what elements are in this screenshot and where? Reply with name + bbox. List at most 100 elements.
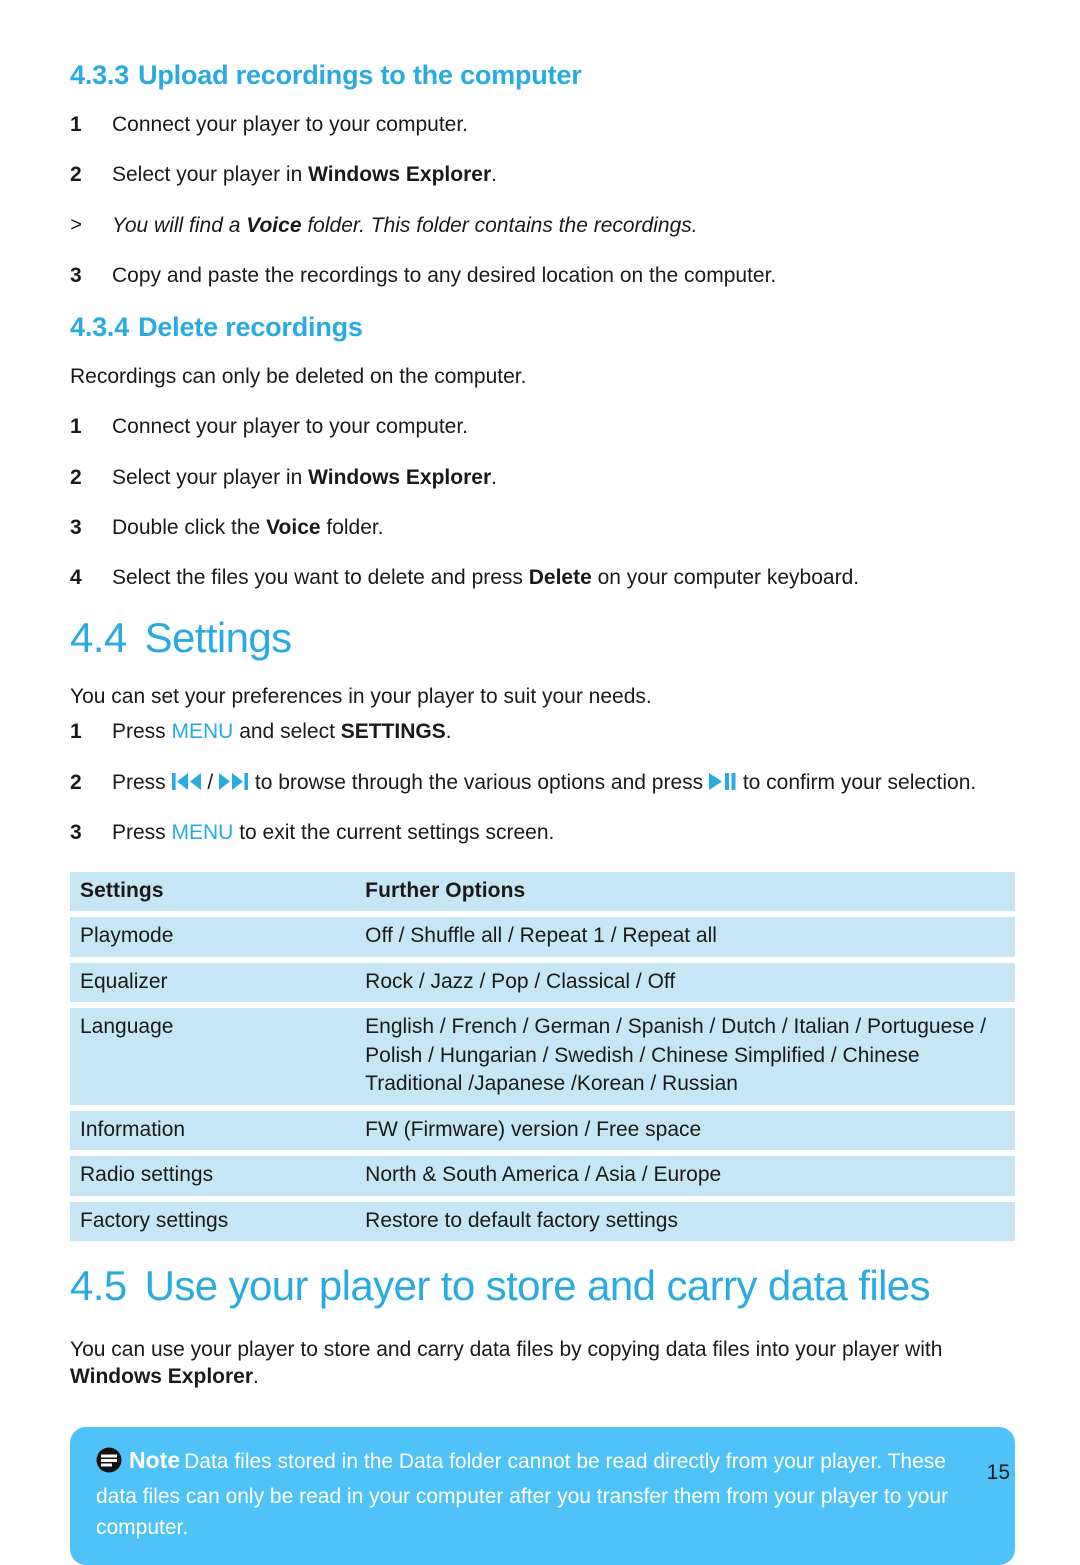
step-marker: 1	[70, 113, 82, 137]
heading-text: Settings	[144, 613, 293, 661]
table-row: Radio settings North & South America / As…	[70, 1156, 1015, 1196]
step-text: Connect your player to your computer.	[112, 415, 468, 438]
menu-keyword: MENU	[171, 720, 234, 744]
heading-number: 4.4	[70, 613, 127, 661]
setting-options-cell: Restore to default factory settings	[353, 1201, 1015, 1242]
heading-number: 4.5	[70, 1262, 127, 1310]
step-text: Select your player in Windows Explorer.	[112, 466, 497, 489]
text-run: Press	[112, 821, 172, 845]
manual-page: 4.3.3 Upload recordings to the computer 1…	[0, 0, 1080, 1565]
step-text: Select your player in Windows Explorer.	[112, 163, 497, 186]
text-run: Select your player in	[112, 163, 309, 187]
setting-options-line: English / French / German / Spanish / Du…	[365, 1015, 987, 1039]
step-text: You will find a Voice folder. This folde…	[112, 214, 698, 237]
text-run: Select the files you want to delete and …	[112, 566, 529, 590]
step-marker: 3	[70, 515, 82, 539]
instruction-step: > You will find a Voice folder. This fold…	[70, 212, 1015, 240]
text-run: You will find a	[112, 213, 247, 237]
instruction-step: 1 Press MENU and select SETTINGS.	[70, 718, 1015, 746]
emphasis-text: Windows Explorer	[308, 465, 492, 489]
setting-options-cell: Off / Shuffle all / Repeat 1 / Repeat al…	[353, 917, 1015, 957]
settings-table: Settings Further Options Playmode Off / Shu…	[70, 870, 1015, 1244]
note-callout: Note Data files stored in the Data folder…	[70, 1427, 1015, 1565]
emphasis-text: Windows Explorer	[70, 1365, 254, 1389]
heading-4-3-3: 4.3.3 Upload recordings to the computer	[70, 60, 1015, 91]
table-row: Factory settings Restore to default facto…	[70, 1201, 1015, 1242]
setting-options-line: Polish / Hungarian / Swedish / Chinese S…	[365, 1043, 920, 1067]
table-header-row: Settings Further Options	[70, 871, 1015, 912]
step-marker: >	[70, 213, 82, 236]
step-marker: 4	[70, 566, 82, 590]
heading-number: 4.3.4	[70, 312, 130, 343]
text-run: .	[445, 720, 452, 744]
setting-options-line: Traditional /Japanese /Korean / Russian	[365, 1072, 738, 1096]
setting-options-line: North & South America / Asia / Europe	[365, 1163, 722, 1187]
step-text: Press / to browse through the various op…	[112, 771, 976, 794]
emphasis-text: Voice	[246, 213, 302, 237]
table-row: Equalizer Rock / Jazz / Pop / Classical /…	[70, 962, 1015, 1003]
instruction-step: 3 Double click the Voice folder.	[70, 514, 1015, 542]
text-run: folder.	[320, 515, 384, 539]
menu-keyword: MENU	[171, 821, 234, 845]
emphasis-text: Windows Explorer	[308, 163, 492, 187]
table-row-separator	[70, 958, 1015, 961]
setting-name-cell: Language	[70, 1008, 354, 1105]
step-marker: 3	[70, 264, 82, 288]
step-text: Copy and paste the recordings to any des…	[112, 264, 776, 287]
setting-name-cell: Factory settings	[70, 1201, 354, 1242]
step-text: Press MENU and select SETTINGS.	[112, 720, 452, 743]
heading-4-3-4: 4.3.4 Delete recordings	[70, 312, 1015, 343]
heading-text: Delete recordings	[138, 312, 363, 343]
setting-options-cell: English / French / German / Spanish / Du…	[353, 1008, 1015, 1105]
heading-number: 4.3.3	[70, 60, 130, 90]
table-row-separator	[70, 1106, 1015, 1109]
step-marker: 3	[70, 821, 82, 845]
text-run: /	[201, 770, 220, 794]
page-content: 4.3.3 Upload recordings to the computer 1…	[70, 60, 1015, 1565]
text-run: Connect your player to your computer.	[112, 113, 469, 137]
emphasis-text: Voice	[266, 515, 321, 539]
text-run: and select	[233, 720, 341, 744]
setting-name-cell: Playmode	[70, 917, 354, 957]
instruction-step: 1 Connect your player to your computer.	[70, 413, 1015, 441]
note-text: Data files stored in the Data folder can…	[96, 1450, 949, 1539]
step-text: Connect your player to your computer.	[112, 113, 468, 136]
step-marker: 2	[70, 163, 82, 187]
intro-4-3-4: Recordings can only be deleted on the co…	[70, 365, 527, 389]
step-text: Select the files you want to delete and …	[112, 566, 859, 589]
next-track-icon	[219, 772, 249, 791]
table-row-separator	[70, 913, 1015, 916]
emphasis-text: Delete	[528, 566, 592, 590]
table-row-separator	[70, 1004, 1015, 1007]
table-row: Language English / French / German / Span…	[70, 1008, 1015, 1105]
steps-4-3-3: 1 Connect your player to your computer. 2 S…	[70, 111, 1015, 290]
text-run: .	[491, 163, 497, 187]
instruction-step: 4 Select the files you want to delete and…	[70, 564, 1015, 592]
instruction-step: 1 Connect your player to your computer.	[70, 111, 1015, 139]
text-run: .	[253, 1365, 259, 1389]
note-label: Note	[129, 1447, 181, 1474]
text-run: to exit the current settings screen.	[233, 821, 555, 845]
setting-options-cell: Rock / Jazz / Pop / Classical / Off	[353, 962, 1015, 1003]
setting-name-cell: Equalizer	[70, 962, 354, 1003]
step-marker: 2	[70, 770, 82, 794]
heading-text: Use your player to store and carry data …	[144, 1262, 931, 1310]
table-row-separator	[70, 1152, 1015, 1155]
instruction-step: 2 Select your player in Windows Explorer.	[70, 161, 1015, 189]
table-row-separator	[70, 1197, 1015, 1200]
setting-options-cell: FW (Firmware) version / Free space	[353, 1110, 1015, 1151]
setting-options-line: Restore to default factory settings	[365, 1208, 678, 1232]
text-run: to browse through the various options an…	[249, 770, 709, 794]
setting-options-line: Rock / Jazz / Pop / Classical / Off	[365, 969, 676, 993]
steps-4-4: 1 Press MENU and select SETTINGS. 2 Press /…	[70, 718, 1015, 847]
setting-options-line: Off / Shuffle all / Repeat 1 / Repeat al…	[365, 924, 717, 948]
previous-track-icon	[171, 772, 202, 791]
instruction-step: 2 Press / to browse through the various o…	[70, 769, 1015, 797]
table-row: Playmode Off / Shuffle all / Repeat 1 / R…	[70, 917, 1015, 957]
settings-table-body: Settings Further Options Playmode Off / Shu…	[70, 871, 1015, 1242]
setting-name-cell: Information	[70, 1110, 354, 1151]
heading-4-5: 4.5 Use your player to store and carry da…	[70, 1263, 1015, 1309]
emphasis-text: SETTINGS	[340, 720, 446, 744]
text-run: Double click the	[112, 515, 267, 539]
text-run: .	[491, 465, 497, 489]
